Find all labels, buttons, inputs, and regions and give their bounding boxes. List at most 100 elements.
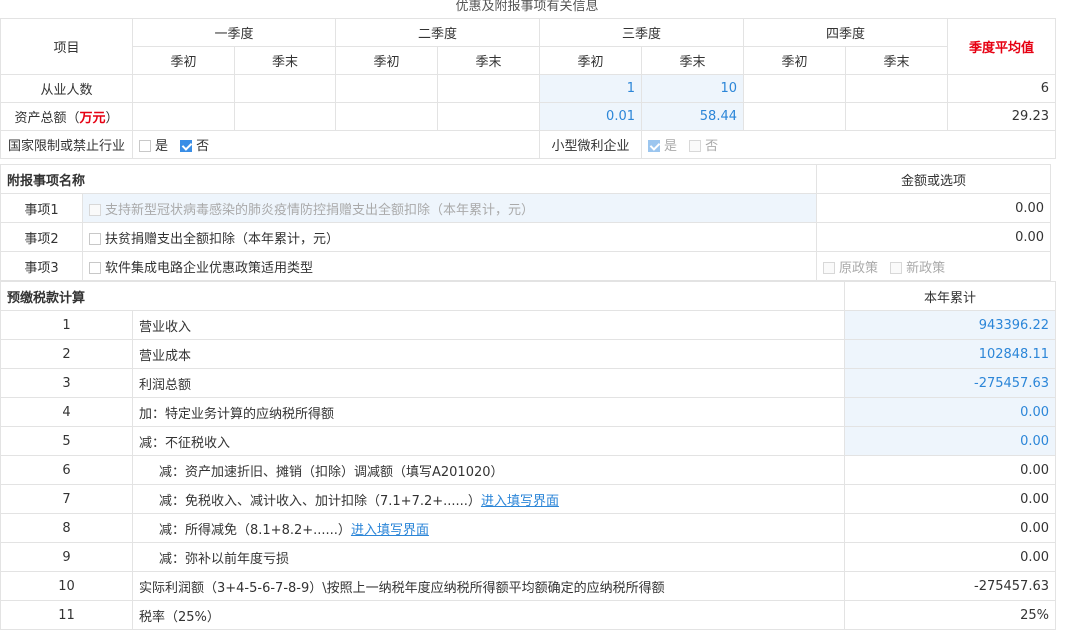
q2-begin-cell[interactable] (335, 74, 438, 103)
row-value-input[interactable]: 0.00 (844, 397, 1057, 427)
q2-begin-header: 季初 (335, 46, 438, 75)
q4-header: 四季度 (743, 18, 948, 47)
attached-header-name: 附报事项名称 (0, 164, 818, 194)
q4-end-cell[interactable] (845, 74, 948, 103)
item1-value[interactable]: 0.00 (816, 193, 1052, 223)
fill-in-link[interactable]: 进入填写界面 (481, 494, 559, 509)
assets-label: 资产总额（万元） (0, 102, 133, 131)
row-number: 1 (0, 310, 133, 340)
item3-label: 事项3 (0, 251, 83, 281)
row-text: 税率（25%） (131, 600, 846, 630)
row-text: 营业收入 (131, 310, 846, 340)
q4-begin-cell[interactable] (743, 74, 846, 103)
prepay-header-value: 本年累计 (844, 281, 1057, 311)
item2-checkbox[interactable] (89, 232, 101, 245)
row-value: 0.00 (844, 542, 1057, 572)
row-value-input[interactable]: 102848.11 (844, 339, 1057, 369)
q3-begin-input[interactable]: 0.01 (539, 102, 642, 131)
row-text: 减：不征税收入 (131, 426, 846, 456)
row-text: 利润总额 (131, 368, 846, 398)
q2-end-header: 季末 (437, 46, 540, 75)
table-row: 3 利润总额 -275457.63 (0, 368, 1057, 398)
item1-checkbox[interactable] (89, 203, 101, 216)
small-enterprise-options: 是 否 (641, 130, 1056, 159)
row-value-input[interactable]: -275457.63 (844, 368, 1057, 398)
item2-label: 事项2 (0, 222, 83, 252)
q1-header: 一季度 (132, 18, 336, 47)
item3-desc: 软件集成电路企业优惠政策适用类型 (81, 251, 818, 281)
old-policy-checkbox[interactable] (823, 261, 836, 274)
restricted-yes-checkbox[interactable] (139, 140, 151, 152)
row-text: 实际利润额（3+4-5-6-7-8-9）\按照上一纳税年度应纳税所得额平均额确定… (131, 571, 846, 601)
row-number: 7 (0, 484, 133, 514)
q4-begin-cell[interactable] (743, 102, 846, 131)
q1-begin-cell[interactable] (132, 74, 235, 103)
new-policy-label: 新政策 (906, 260, 946, 276)
row-text: 减：弥补以前年度亏损 (131, 542, 846, 572)
q2-begin-cell[interactable] (335, 102, 438, 131)
assets-label-tail: ） (105, 111, 119, 126)
q1-end-cell[interactable] (234, 102, 336, 131)
small-enterprise-label: 小型微利企业 (539, 130, 642, 159)
row-text: 减：免税收入、减计收入、加计扣除（7.1+7.2+......）进入填写界面 (131, 484, 846, 514)
row-value-input[interactable]: 943396.22 (844, 310, 1057, 340)
q4-end-cell[interactable] (845, 102, 948, 131)
restricted-label: 国家限制或禁止行业 (0, 130, 133, 159)
restricted-no-checkbox[interactable] (180, 140, 193, 152)
row-text-main: 减：所得减免（8.1+8.2+......） (159, 522, 351, 538)
attached-item-row: 事项3 软件集成电路企业优惠政策适用类型 原政策 新政策 (0, 251, 1052, 281)
old-policy-label: 原政策 (839, 260, 879, 276)
small-yes-checkbox[interactable] (648, 140, 660, 152)
q3-header: 三季度 (539, 18, 744, 47)
row-value: 0.00 (844, 455, 1057, 485)
restricted-no-label: 否 (196, 139, 210, 154)
employees-avg: 6 (947, 74, 1056, 103)
assets-row: 资产总额（万元） 0.01 58.44 29.23 (0, 102, 1056, 131)
employees-label: 从业人数 (0, 74, 133, 103)
assets-avg: 29.23 (947, 102, 1056, 131)
item2-value[interactable]: 0.00 (816, 222, 1052, 252)
small-no-checkbox[interactable] (689, 140, 702, 152)
fill-in-link[interactable]: 进入填写界面 (351, 523, 429, 538)
restricted-options: 是 否 (132, 130, 540, 159)
item3-text: 软件集成电路企业优惠政策适用类型 (105, 260, 314, 276)
q3-end-input[interactable]: 58.44 (641, 102, 744, 131)
row-number: 5 (0, 426, 133, 456)
item1-label: 事项1 (0, 193, 83, 223)
flags-row: 国家限制或禁止行业 是 否 小型微利企业 是 否 (0, 130, 1056, 159)
q4-begin-header: 季初 (743, 46, 846, 75)
table-row: 8 减：所得减免（8.1+8.2+......）进入填写界面 0.00 (0, 513, 1057, 543)
q3-begin-input[interactable]: 1 (539, 74, 642, 103)
page-title: 优惠及附报事项有关信息 (455, 0, 599, 14)
avg-header: 季度平均值 (947, 18, 1056, 75)
q2-end-cell[interactable] (437, 102, 540, 131)
item2-desc: 扶贫捐赠支出全额扣除（本年累计，元） (81, 222, 818, 252)
q3-begin-header: 季初 (539, 46, 642, 75)
small-no-label: 否 (705, 139, 719, 154)
q3-end-input[interactable]: 10 (641, 74, 744, 103)
table-row: 4 加：特定业务计算的应纳税所得额 0.00 (0, 397, 1057, 427)
row-number: 4 (0, 397, 133, 427)
item2-text: 扶贫捐赠支出全额扣除（本年累计，元） (105, 231, 340, 247)
attached-item-row: 事项1 支持新型冠状病毒感染的肺炎疫情防控捐赠支出全额扣除（本年累计，元） 0.… (0, 193, 1052, 223)
q1-begin-cell[interactable] (132, 102, 235, 131)
table-row: 6 减：资产加速折旧、摊销（扣除）调减额（填写A201020） 0.00 (0, 455, 1057, 485)
quarter-info-table: 项目 一季度 二季度 三季度 四季度 季度平均值 季初 季末 季初 季末 季初 … (0, 18, 1056, 159)
q1-begin-header: 季初 (132, 46, 235, 75)
row-value: 25% (844, 600, 1057, 630)
assets-unit: 万元 (79, 111, 106, 126)
q4-end-header: 季末 (845, 46, 948, 75)
small-yes-label: 是 (664, 139, 678, 154)
q1-end-cell[interactable] (234, 74, 336, 103)
q3-end-header: 季末 (641, 46, 744, 75)
employees-row: 从业人数 1 10 6 (0, 74, 1056, 103)
table-row: 5 减：不征税收入 0.00 (0, 426, 1057, 456)
row-text-main: 减：免税收入、减计收入、加计扣除（7.1+7.2+......） (159, 493, 481, 509)
table-row: 9 减：弥补以前年度亏损 0.00 (0, 542, 1057, 572)
prepay-header-name: 预缴税款计算 (0, 281, 846, 311)
item3-checkbox[interactable] (89, 261, 101, 274)
row-number: 10 (0, 571, 133, 601)
row-value-input[interactable]: 0.00 (844, 426, 1057, 456)
q2-end-cell[interactable] (437, 74, 540, 103)
new-policy-checkbox[interactable] (890, 261, 903, 274)
